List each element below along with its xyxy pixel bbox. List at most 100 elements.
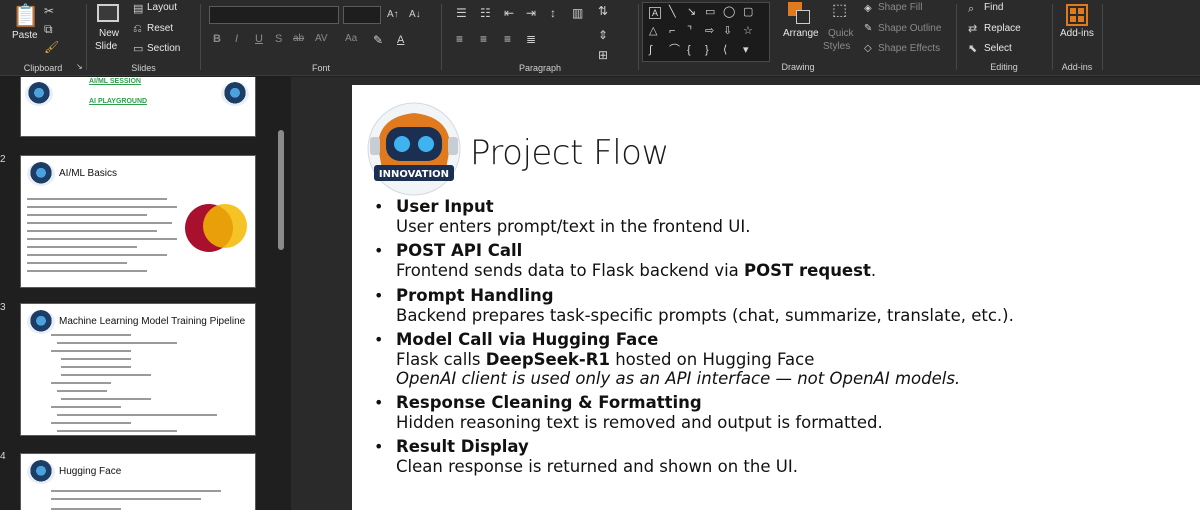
decrease-indent-icon[interactable]: ⇤ bbox=[504, 6, 514, 20]
rounded-rect-shape-icon[interactable]: ▢ bbox=[743, 6, 753, 18]
slide-thumbnail-pane[interactable]: AI/ML SESSION AI PLAYGROUND 2 AI/ML Basi… bbox=[0, 77, 290, 510]
increase-indent-icon[interactable]: ⇥ bbox=[526, 6, 536, 20]
quick-styles-button-line2[interactable]: Styles bbox=[823, 41, 850, 52]
flow-item-5[interactable]: • Response Cleaning & Formatting Hidden … bbox=[374, 393, 883, 432]
font-group: A↑ A↓ B I U S ab AV Aa ✎ A Font bbox=[201, 0, 441, 76]
star-shape-icon[interactable]: ☆ bbox=[743, 25, 753, 37]
bullet-icon: • bbox=[374, 437, 384, 456]
text-direction-icon[interactable]: ⇅ bbox=[598, 4, 608, 18]
down-arrow-shape-icon[interactable]: ⇩ bbox=[723, 25, 732, 37]
align-text-icon[interactable]: ⇕ bbox=[598, 28, 608, 42]
arrange-button[interactable]: Arrange bbox=[783, 28, 819, 39]
triangle-shape-icon[interactable]: △ bbox=[649, 25, 657, 37]
line-spacing-icon[interactable]: ↕ bbox=[550, 6, 556, 20]
arrange-icon[interactable] bbox=[788, 2, 810, 24]
bracket-shape-icon[interactable]: ⟨ bbox=[723, 44, 727, 56]
brace-right-shape-icon[interactable]: } bbox=[705, 44, 709, 56]
replace-button[interactable]: Replace bbox=[984, 23, 1021, 34]
clipboard-group: 📋 Paste ✂ ⧉ 🖌 Clipboard ↘ bbox=[0, 0, 86, 76]
align-right-icon[interactable]: ≡ bbox=[504, 32, 511, 46]
highlight-icon[interactable]: ✎ bbox=[373, 33, 383, 47]
bold-button[interactable]: B bbox=[213, 33, 221, 45]
addins-icon[interactable] bbox=[1066, 4, 1088, 26]
font-size-combobox[interactable] bbox=[343, 6, 381, 24]
flow-item-2[interactable]: • POST API Call Frontend sends data to F… bbox=[374, 241, 876, 280]
shape-fill-button[interactable]: Shape Fill bbox=[878, 2, 922, 13]
select-button[interactable]: Select bbox=[984, 43, 1012, 54]
brace-left-shape-icon[interactable]: { bbox=[687, 44, 691, 56]
quick-styles-icon[interactable]: ⬚ bbox=[832, 3, 847, 19]
flow-item-body: Hidden reasoning text is removed and out… bbox=[396, 413, 883, 432]
font-color-icon[interactable]: A bbox=[397, 33, 404, 47]
slides-group: New Slide ▤ Layout ⎌ Reset ▭ Section Sli… bbox=[87, 0, 200, 76]
paste-icon[interactable]: 📋 bbox=[12, 4, 39, 28]
new-slide-icon[interactable] bbox=[97, 4, 119, 22]
flow-item-body: User enters prompt/text in the frontend … bbox=[396, 217, 751, 236]
font-name-combobox[interactable] bbox=[209, 6, 339, 24]
line-shape-icon[interactable]: ╲ bbox=[669, 6, 676, 18]
curve-shape-icon[interactable]: ∫ bbox=[649, 44, 652, 56]
increase-font-icon[interactable]: A↑ bbox=[387, 8, 399, 22]
corner-shape-icon[interactable]: ⌝ bbox=[687, 25, 692, 37]
thumb-venn-diagram bbox=[181, 196, 251, 266]
slide-thumbnail-2[interactable]: AI/ML Basics bbox=[20, 155, 256, 288]
shapes-gallery[interactable]: A ╲ ↘ ▭ ◯ ▢ △ ⌐ ⌝ ⇨ ⇩ ☆ ∫ ⌒ { } ⟨ ▾ bbox=[642, 2, 770, 62]
columns-icon[interactable]: ▥ bbox=[572, 6, 583, 20]
new-slide-button-line2[interactable]: Slide bbox=[95, 41, 117, 52]
oval-shape-icon[interactable]: ◯ bbox=[723, 6, 735, 18]
slide-thumbnail-1[interactable]: AI/ML SESSION AI PLAYGROUND bbox=[20, 77, 256, 137]
more-shapes-icon[interactable]: ▾ bbox=[743, 44, 749, 56]
thumb-logo-icon bbox=[27, 162, 55, 186]
align-center-icon[interactable]: ≡ bbox=[480, 32, 487, 46]
format-painter-icon[interactable]: 🖌 bbox=[44, 40, 59, 54]
layout-button[interactable]: Layout bbox=[147, 2, 177, 13]
thumbnail-scrollbar[interactable] bbox=[278, 130, 284, 250]
bullets-icon[interactable]: ☰ bbox=[456, 6, 467, 20]
change-case-button[interactable]: Aa bbox=[345, 33, 357, 44]
right-arrow-shape-icon[interactable]: ⇨ bbox=[705, 25, 714, 37]
numbering-icon[interactable]: ☷ bbox=[480, 6, 491, 20]
section-button[interactable]: Section bbox=[147, 43, 180, 54]
slide-thumbnail-4[interactable]: Hugging Face bbox=[20, 453, 256, 510]
decrease-font-icon[interactable]: A↓ bbox=[409, 8, 421, 22]
dialog-launcher-icon[interactable]: ↘ bbox=[76, 60, 83, 74]
arc-shape-icon[interactable]: ⌒ bbox=[669, 44, 680, 56]
slides-group-label: Slides bbox=[131, 63, 156, 73]
copy-icon[interactable]: ⧉ bbox=[44, 22, 53, 36]
addins-button[interactable]: Add-ins bbox=[1060, 28, 1094, 39]
justify-icon[interactable]: ≣ bbox=[526, 32, 536, 46]
shape-outline-button[interactable]: Shape Outline bbox=[878, 23, 941, 34]
italic-button[interactable]: I bbox=[235, 33, 238, 45]
rectangle-shape-icon[interactable]: ▭ bbox=[705, 6, 715, 18]
char-spacing-button[interactable]: AV bbox=[315, 33, 328, 44]
new-slide-button[interactable]: New bbox=[99, 28, 119, 39]
layout-icon: ▤ bbox=[133, 3, 144, 15]
shape-effects-button[interactable]: Shape Effects bbox=[878, 43, 940, 54]
bullet-icon: • bbox=[374, 286, 384, 305]
cut-icon[interactable]: ✂ bbox=[44, 4, 54, 18]
flow-item-4[interactable]: • Model Call via Hugging Face Flask call… bbox=[374, 330, 960, 388]
strikethrough-button[interactable]: ab bbox=[293, 33, 304, 44]
current-slide[interactable]: INNOVATION Project Flow • User Input Use… bbox=[352, 85, 1200, 510]
flow-item-body: Backend prepares task-specific prompts (… bbox=[396, 306, 1014, 325]
find-button[interactable]: Find bbox=[984, 2, 1003, 13]
arrow-shape-icon[interactable]: ↘ bbox=[687, 6, 696, 18]
addins-group-label: Add-ins bbox=[1061, 62, 1093, 72]
align-left-icon[interactable]: ≡ bbox=[456, 32, 463, 46]
paste-button[interactable]: Paste bbox=[12, 30, 38, 41]
flow-item-3[interactable]: • Prompt Handling Backend prepares task-… bbox=[374, 286, 1014, 325]
smartart-icon[interactable]: ⊞ bbox=[598, 48, 608, 62]
elbow-shape-icon[interactable]: ⌐ bbox=[669, 25, 675, 37]
section-icon: ▭ bbox=[133, 43, 144, 55]
reset-button[interactable]: Reset bbox=[147, 23, 173, 34]
flow-item-heading: Model Call via Hugging Face bbox=[396, 330, 659, 349]
shadow-button[interactable]: S bbox=[275, 33, 282, 45]
flow-item-1[interactable]: • User Input User enters prompt/text in … bbox=[374, 197, 751, 236]
quick-styles-button[interactable]: Quick bbox=[828, 28, 854, 39]
slide-thumbnail-3[interactable]: Machine Learning Model Training Pipeline bbox=[20, 303, 256, 436]
textbox-shape-icon[interactable]: A bbox=[649, 7, 661, 19]
flow-item-6[interactable]: • Result Display Clean response is retur… bbox=[374, 437, 798, 476]
underline-button[interactable]: U bbox=[255, 33, 263, 45]
slide-title[interactable]: Project Flow bbox=[470, 133, 669, 173]
logo-text: INNOVATION bbox=[379, 169, 449, 180]
